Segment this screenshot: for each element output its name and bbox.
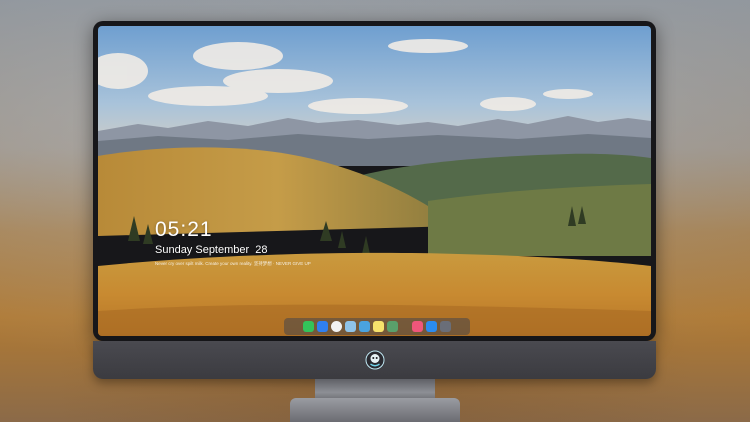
- music-icon[interactable]: [412, 321, 423, 332]
- photos-icon[interactable]: [345, 321, 356, 332]
- screen: 05:21 Sunday September 28 Never cry over…: [98, 26, 651, 336]
- dock: [284, 318, 470, 335]
- image-viewer-icon[interactable]: [387, 321, 398, 332]
- notes-icon[interactable]: [373, 321, 384, 332]
- lockscreen-clock: 05:21: [155, 218, 213, 241]
- dock-separator: [401, 321, 409, 332]
- monitor-stand-base: [290, 398, 460, 422]
- app-store-icon[interactable]: [426, 321, 437, 332]
- messages-icon[interactable]: [303, 321, 314, 332]
- brand-logo-icon: [365, 350, 385, 370]
- clapper-icon[interactable]: [359, 321, 370, 332]
- weather-icon[interactable]: [317, 321, 328, 332]
- camera-icon[interactable]: [440, 321, 451, 332]
- lockscreen-date: Sunday September 28: [155, 244, 268, 256]
- landscape-wallpaper: [98, 26, 651, 336]
- lockscreen-quote: Never cry over spilt milk. Create your o…: [155, 261, 311, 266]
- clock-icon[interactable]: [331, 321, 342, 332]
- monitor-display: 05:21 Sunday September 28 Never cry over…: [93, 21, 656, 341]
